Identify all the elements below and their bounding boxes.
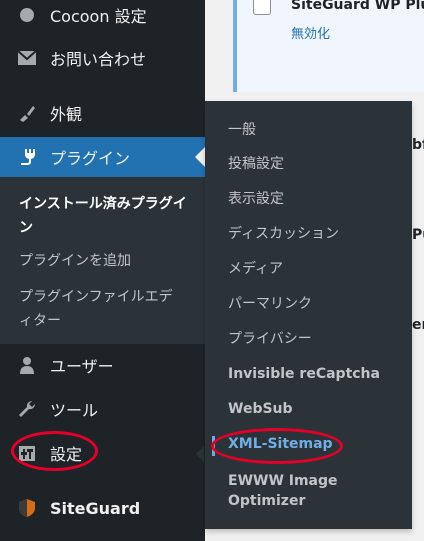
- sidebar-item-plugins[interactable]: プラグイン: [0, 137, 205, 177]
- cocoon-circle-icon: [16, 4, 38, 26]
- sidebar-item-label: Cocoon 設定: [50, 7, 147, 26]
- flyout-item-privacy[interactable]: プライバシー: [228, 328, 312, 348]
- flyout-item-permalinks[interactable]: パーマリンク: [228, 293, 312, 313]
- sidebar-item-label: ツール: [50, 401, 99, 420]
- mail-icon: [16, 47, 38, 69]
- flyout-current-marker: [212, 436, 215, 456]
- siteguard-shield-icon: [16, 497, 38, 519]
- deactivate-link[interactable]: 無効化: [291, 23, 330, 42]
- flyout-item-discussion[interactable]: ディスカッション: [228, 223, 339, 243]
- plugin-name-fragment: er: [412, 317, 424, 333]
- plugin-checkbox[interactable]: [253, 0, 271, 15]
- flyout-item-media[interactable]: メディア: [228, 258, 283, 278]
- paintbrush-icon: [16, 102, 38, 124]
- flyout-item-general[interactable]: 一般: [228, 119, 256, 139]
- sidebar-item-label: SiteGuard: [50, 498, 141, 518]
- sidebar-item-siteguard[interactable]: SiteGuard: [0, 488, 205, 528]
- sidebar-item-label: 設定: [50, 445, 83, 464]
- flyout-item-websub[interactable]: WebSub: [228, 401, 293, 417]
- sidebar-item-label: プラグイン: [50, 149, 131, 168]
- plugin-name-fragment: bf: [412, 137, 424, 153]
- plugins-submenu: インストール済みプラグイン プラグインを追加 プラグインファイルエディター: [0, 177, 205, 344]
- sidebar-item-appearance[interactable]: 外観: [0, 93, 205, 133]
- sidebar-item-label: お問い合わせ: [50, 50, 147, 69]
- sidebar-item-users[interactable]: ユーザー: [0, 345, 205, 385]
- admin-sidebar: Cocoon 設定 お問い合わせ 外観 プラグイン インストール済みプラグイン …: [0, 0, 205, 541]
- flyout-item-invisible-recaptcha[interactable]: Invisible reCaptcha: [228, 366, 380, 382]
- settings-flyout-menu: 一般 投稿設定 表示設定 ディスカッション メディア パーマリンク プライバシー…: [205, 101, 412, 529]
- settings-sliders-icon: [16, 442, 38, 464]
- submenu-plugin-file-editor[interactable]: プラグインファイルエディター: [19, 285, 184, 333]
- plugin-name-fragment: Pu: [412, 227, 424, 243]
- plugin-name: SiteGuard WP Plu: [291, 0, 424, 13]
- sidebar-item-contact[interactable]: お問い合わせ: [0, 38, 205, 78]
- submenu-installed-plugins[interactable]: インストール済みプラグイン: [19, 192, 199, 240]
- wrench-icon: [16, 398, 38, 420]
- flyout-pointer-arrow: [196, 446, 204, 462]
- flyout-item-reading[interactable]: 表示設定: [228, 188, 284, 208]
- sidebar-item-label: 外観: [50, 105, 83, 124]
- sidebar-item-cocoon[interactable]: Cocoon 設定: [0, 0, 205, 35]
- user-icon: [16, 354, 38, 376]
- submenu-add-plugin[interactable]: プラグインを追加: [19, 250, 199, 272]
- sidebar-item-tools[interactable]: ツール: [0, 389, 205, 429]
- flyout-item-writing[interactable]: 投稿設定: [228, 153, 284, 173]
- plugin-plug-icon: [16, 146, 38, 168]
- flyout-item-xml-sitemap[interactable]: XML-Sitemap: [228, 436, 333, 452]
- sidebar-item-settings[interactable]: 設定: [0, 433, 205, 473]
- current-menu-arrow: [195, 147, 205, 167]
- flyout-item-ewww-image-optimizer[interactable]: EWWW Image Optimizer: [228, 471, 348, 511]
- sidebar-item-label: ユーザー: [50, 357, 114, 376]
